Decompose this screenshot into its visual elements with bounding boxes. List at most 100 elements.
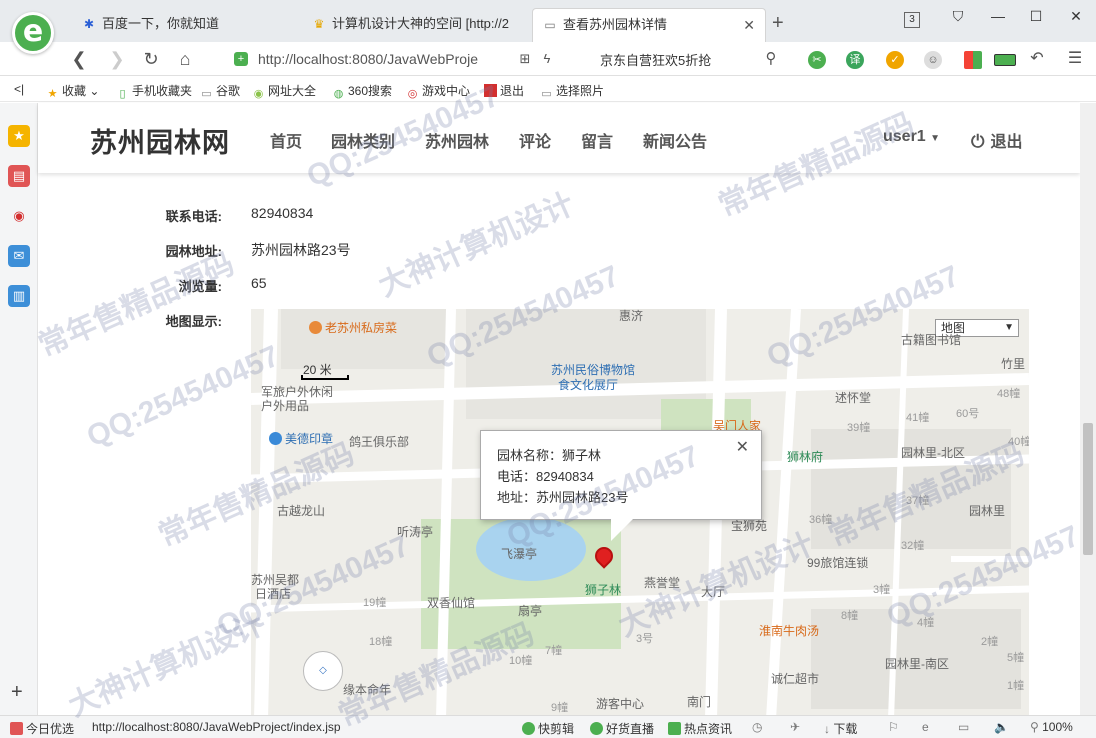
- poi[interactable]: 园林里-南区: [885, 655, 949, 672]
- pin-icon[interactable]: ✈: [790, 720, 800, 734]
- poi[interactable]: 缘本命年: [343, 681, 391, 698]
- status-item[interactable]: 热点资讯: [668, 720, 732, 737]
- nav-comments[interactable]: 评论: [519, 128, 551, 152]
- tab-close-icon[interactable]: ✕: [743, 9, 755, 41]
- clock-icon[interactable]: ◷: [752, 720, 762, 734]
- shirt-icon[interactable]: ⛉: [946, 8, 970, 25]
- poi[interactable]: 惠济: [619, 309, 643, 324]
- poi[interactable]: 燕誉堂: [644, 574, 680, 591]
- undo-icon[interactable]: ↶: [1024, 46, 1050, 72]
- nav-news[interactable]: 新闻公告: [643, 128, 707, 152]
- forward-icon[interactable]: ❯: [104, 46, 130, 72]
- apps-icon[interactable]: [964, 51, 982, 69]
- bookmark-photos[interactable]: ▭ 选择照片: [540, 82, 604, 101]
- browser-logo-icon[interactable]: e: [12, 12, 54, 54]
- nav-categories[interactable]: 园林类别: [331, 128, 395, 152]
- scrollbar-thumb[interactable]: [1083, 423, 1093, 555]
- today-picks[interactable]: 今日优选: [10, 720, 74, 737]
- poi[interactable]: 古越龙山: [277, 502, 325, 519]
- map-pan-control[interactable]: ◇: [303, 651, 343, 691]
- tab-space[interactable]: ♛ 计算机设计大神的空间 [http://2: [302, 8, 530, 42]
- user-menu[interactable]: user1 ▼: [883, 128, 940, 146]
- poi[interactable]: 户外用品: [261, 397, 309, 414]
- logout-link[interactable]: ⏻ 退出: [971, 128, 1022, 152]
- search-promo[interactable]: 京东自营狂欢5折抢: [600, 50, 711, 69]
- favorites-icon[interactable]: ★: [8, 125, 30, 147]
- poi[interactable]: 古籍图书馆: [901, 331, 961, 348]
- shield-icon[interactable]: ✓: [886, 51, 904, 69]
- minimize-icon[interactable]: —: [986, 8, 1010, 24]
- lightning-icon[interactable]: ϟ: [534, 46, 560, 72]
- status-item[interactable]: 好货直播: [590, 720, 654, 737]
- poi[interactable]: 大厅: [701, 583, 725, 600]
- poi[interactable]: 园林里-北区: [901, 444, 965, 461]
- new-tab-button[interactable]: +: [772, 12, 784, 35]
- tab-count-badge[interactable]: 3: [904, 12, 920, 28]
- poi[interactable]: 飞瀑亭: [501, 545, 537, 562]
- poi[interactable]: 双香仙馆: [427, 594, 475, 611]
- ie-icon[interactable]: e: [922, 720, 929, 734]
- refresh-icon[interactable]: ↻: [138, 46, 164, 72]
- zoom-level[interactable]: ⚲ 100%: [1030, 720, 1073, 734]
- poi[interactable]: 淮南牛肉汤: [759, 622, 819, 639]
- tab-active[interactable]: ▭ 查看苏州园林详情 ✕: [532, 8, 766, 42]
- info-garden-name: 园林名称：狮子林: [497, 448, 602, 463]
- bookmark-sites[interactable]: ◉ 网址大全: [252, 82, 316, 101]
- close-icon[interactable]: ✕: [736, 437, 749, 458]
- add-sidebar-icon[interactable]: +: [11, 681, 23, 704]
- poi[interactable]: 鸽王俱乐部: [349, 433, 409, 450]
- menu-icon[interactable]: ☰: [1062, 46, 1088, 72]
- poi[interactable]: 听涛亭: [397, 523, 433, 540]
- poi[interactable]: 狮子林: [585, 581, 621, 598]
- sidebar-toggle-icon[interactable]: <|: [14, 82, 24, 96]
- nav-home[interactable]: 首页: [270, 128, 302, 152]
- poi[interactable]: 狮林府: [787, 448, 823, 465]
- maximize-icon[interactable]: ☐: [1024, 8, 1048, 25]
- search-icon[interactable]: ⚲: [758, 46, 784, 72]
- map-view[interactable]: 地图 ▼ 20 米 老苏州私房菜 惠济 苏州民俗博物馆 食文化展厅 古籍图书馆 竹…: [251, 309, 1029, 715]
- translate-icon[interactable]: 译: [846, 51, 864, 69]
- flag-icon[interactable]: ⚐: [888, 720, 899, 734]
- bookmark-360[interactable]: ◍ 360搜索: [332, 82, 392, 101]
- paw-icon: ✱: [83, 17, 95, 31]
- bookmark-google[interactable]: ▭ 谷歌: [200, 82, 240, 101]
- bookmark-favorites[interactable]: ★ 收藏 ⌄: [46, 82, 100, 101]
- tab-baidu[interactable]: ✱ 百度一下，你就知道: [72, 8, 298, 42]
- poi[interactable]: 述怀堂: [835, 389, 871, 406]
- poi[interactable]: 扇亭: [518, 602, 542, 619]
- sound-icon[interactable]: 🔈: [994, 720, 1009, 734]
- poi[interactable]: 竹里: [1001, 355, 1025, 372]
- window-icon[interactable]: ▭: [958, 720, 969, 734]
- vertical-scrollbar[interactable]: [1080, 103, 1096, 715]
- home-icon[interactable]: ⌂: [172, 46, 198, 72]
- mail-icon[interactable]: ✉: [8, 245, 30, 267]
- weibo-icon[interactable]: ◉: [8, 205, 30, 227]
- back-icon[interactable]: ❮: [66, 46, 92, 72]
- poi[interactable]: 食文化展厅: [558, 376, 618, 393]
- poi[interactable]: 老苏州私房菜: [309, 319, 397, 336]
- poi[interactable]: 99旅馆连锁: [807, 554, 868, 571]
- poi[interactable]: 日酒店: [255, 585, 291, 602]
- poi[interactable]: 游客中心: [596, 695, 644, 712]
- poi: 4幢: [917, 617, 935, 629]
- close-window-icon[interactable]: ✕: [1064, 8, 1088, 25]
- poi[interactable]: 南门: [687, 693, 711, 710]
- news-icon[interactable]: ▤: [8, 165, 30, 187]
- site-header: 苏州园林网 首页 园林类别 苏州园林 评论 留言 新闻公告 user1 ▼ ⏻ 退…: [38, 103, 1080, 173]
- poi[interactable]: 诚仁超市: [771, 670, 819, 687]
- bookmark-games[interactable]: ◎ 游戏中心: [406, 82, 470, 101]
- nav-messages[interactable]: 留言: [581, 128, 613, 152]
- phone-label: 联系电话:: [165, 209, 222, 224]
- notes-icon[interactable]: ▥: [8, 285, 30, 307]
- bookmark-mobile[interactable]: ▯ 手机收藏夹: [116, 82, 192, 101]
- site-brand[interactable]: 苏州园林网: [90, 121, 230, 160]
- status-item[interactable]: ↓ 下载: [824, 720, 857, 737]
- status-bar: 今日优选 http://localhost:8080/JavaWebProjec…: [0, 715, 1096, 738]
- poi[interactable]: 园林里: [969, 502, 1005, 519]
- poi[interactable]: 美德印章: [269, 430, 333, 447]
- scissors-icon[interactable]: ✂: [808, 51, 826, 69]
- bookmark-exit[interactable]: 退出: [484, 82, 524, 99]
- nav-gardens[interactable]: 苏州园林: [425, 128, 489, 152]
- status-item[interactable]: 快剪辑: [522, 720, 574, 737]
- emoji-icon[interactable]: ☺: [924, 51, 942, 69]
